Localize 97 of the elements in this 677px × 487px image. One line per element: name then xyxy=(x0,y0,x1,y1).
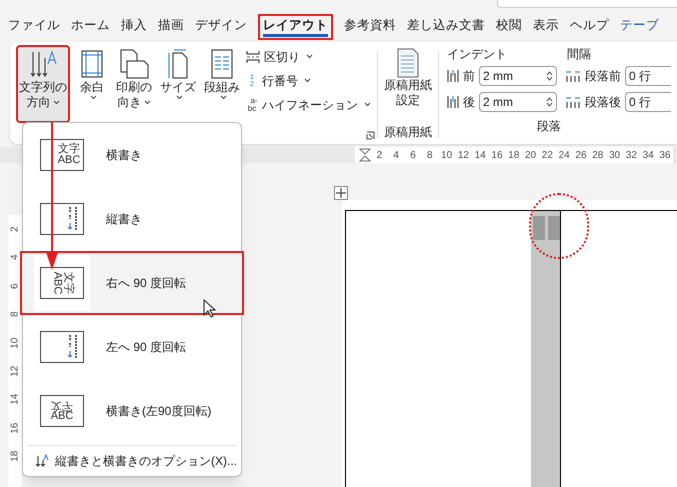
indent-field[interactable]: 2 mm xyxy=(479,66,557,86)
ruler-number: 12 xyxy=(456,148,470,162)
ruler-number: 16 xyxy=(8,422,22,434)
ruler-number: 2 xyxy=(8,226,22,232)
rotated-text-drawing xyxy=(533,216,545,240)
ruler-number: 10 xyxy=(8,337,22,348)
ribbon-button[interactable]: 段組み xyxy=(202,45,242,123)
manuscript-setup-button[interactable]: 原稿用紙 設定 xyxy=(384,45,432,108)
spacing-label: 間隔 xyxy=(567,46,591,63)
ribbon-tab[interactable]: テーブ xyxy=(620,16,659,40)
ribbon-tab[interactable]: 校閲 xyxy=(496,16,522,40)
ribbon-button[interactable]: 印刷の 向き xyxy=(114,45,154,123)
chevron-icon xyxy=(220,95,226,100)
text-direction-icon xyxy=(35,454,49,468)
spacing-icon xyxy=(565,69,581,83)
mouse-cursor-icon xyxy=(203,299,217,319)
ruler-number: 18 xyxy=(507,148,520,162)
ruler-number: 8 xyxy=(8,312,22,318)
vertical-text-icon xyxy=(40,331,84,363)
spacing-field[interactable]: 0 行 xyxy=(625,92,671,112)
ribbon-tab[interactable]: 参考資料 xyxy=(344,16,396,40)
indent-marker-icon[interactable] xyxy=(359,148,371,162)
chevron-icon xyxy=(176,95,182,100)
ruler-number: 28 xyxy=(591,148,604,162)
ruler-number: 8 xyxy=(426,148,434,162)
ribbon-tab[interactable]: 描画 xyxy=(158,16,184,40)
ruler-number: 6 xyxy=(8,283,22,289)
ruler-number: 32 xyxy=(624,148,638,162)
indent-row-label: 前 xyxy=(463,68,475,85)
rotated-text-icon: 文字 ABC xyxy=(40,267,84,299)
ribbon-tab[interactable]: レイアウト xyxy=(258,14,333,40)
chevron-icon xyxy=(144,100,150,106)
ruler-number: 24 xyxy=(558,148,571,162)
spin-icon[interactable] xyxy=(546,71,553,81)
spacing-row-label: 段落前 xyxy=(585,68,621,85)
menu-item[interactable]: 縦書きと横書きのオプション(X)... xyxy=(23,446,241,476)
ruler-number: 26 xyxy=(574,148,588,162)
ribbon-button[interactable]: サイズ xyxy=(158,45,198,123)
indent-row-label: 後 xyxy=(463,94,475,111)
chevron-icon xyxy=(90,95,96,100)
ruler-number: 12 xyxy=(8,366,22,377)
ribbon-tab[interactable]: デザイン xyxy=(195,16,247,40)
spin-icon[interactable] xyxy=(546,97,553,107)
rotated-horizontal-text-icon: 文字 ABC xyxy=(40,395,84,427)
ribbon-tab[interactable]: ファイル xyxy=(8,16,60,40)
group-label: 段落 xyxy=(537,118,561,135)
ribbon-tab[interactable]: ヘルプ xyxy=(570,16,609,40)
indent-field[interactable]: 2 mm xyxy=(479,92,557,112)
chevron-icon xyxy=(52,100,60,106)
table-move-handle-icon[interactable] xyxy=(334,186,348,200)
ruler-number: 14 xyxy=(8,394,22,406)
dialog-launcher-icon[interactable] xyxy=(366,131,375,140)
page-orientation-icon xyxy=(119,49,149,79)
indent-icon xyxy=(447,69,459,83)
vertical-text-icon xyxy=(40,203,84,235)
ruler-number: 22 xyxy=(540,148,554,162)
menu-item[interactable]: 左へ 90 度回転 xyxy=(23,315,241,379)
chevron-icon xyxy=(306,54,313,59)
ruler-number: 10 xyxy=(440,148,454,162)
spacing-row-label: 段落後 xyxy=(585,94,621,111)
menu-item[interactable]: 文字 ABC 右へ 90 度回転 xyxy=(20,251,244,315)
ruler-number: 30 xyxy=(608,148,622,162)
ribbon-button[interactable]: 余白 xyxy=(74,45,110,123)
manuscript-paper-icon xyxy=(397,48,419,78)
spacing-field[interactable]: 0 行 xyxy=(625,66,671,86)
ruler-number: 2 xyxy=(376,148,384,162)
margins-icon xyxy=(81,50,103,78)
page-break-icon xyxy=(246,50,260,64)
ribbon-tab[interactable]: 挿入 xyxy=(121,16,147,40)
ruler-number: 36 xyxy=(658,148,672,162)
hyphenation-icon: a- bc xyxy=(246,96,258,112)
menu-item[interactable]: 縦書き xyxy=(23,187,241,251)
indent-label: インデント xyxy=(447,46,508,63)
text-direction-button[interactable]: 文字列の 方向 xyxy=(16,45,70,123)
page-size-icon xyxy=(166,49,190,79)
chevron-icon xyxy=(364,102,371,107)
ruler-number: 6 xyxy=(409,148,417,162)
columns-icon xyxy=(211,49,233,79)
ribbon-tab[interactable]: 差し込み文書 xyxy=(407,16,485,40)
menu-item[interactable]: 文字 ABC 横書き xyxy=(23,123,241,187)
ruler-number: 4 xyxy=(392,148,400,162)
rotated-text-drawing xyxy=(548,216,560,240)
ruler-number: 4 xyxy=(8,254,22,260)
ruler-number: 16 xyxy=(490,148,504,162)
menu-item[interactable]: 文字 ABC 横書き(左90度回転) xyxy=(23,379,241,443)
chevron-icon xyxy=(304,78,311,83)
ribbon-tab[interactable]: ホーム xyxy=(71,16,110,40)
ruler-number: 34 xyxy=(642,148,655,162)
indent-icon xyxy=(447,95,459,109)
ribbon-small-button[interactable]: 区切り xyxy=(246,47,371,66)
horizontal-text-icon: 文字 ABC xyxy=(40,139,84,171)
ruler-number: 18 xyxy=(8,450,22,462)
ruler-number: 20 xyxy=(524,148,538,162)
ribbon-tab[interactable]: 表示 xyxy=(533,16,559,40)
spacing-icon xyxy=(565,95,581,109)
ruler-number: 14 xyxy=(474,148,487,162)
group-label: 原稿用紙 xyxy=(384,125,432,140)
